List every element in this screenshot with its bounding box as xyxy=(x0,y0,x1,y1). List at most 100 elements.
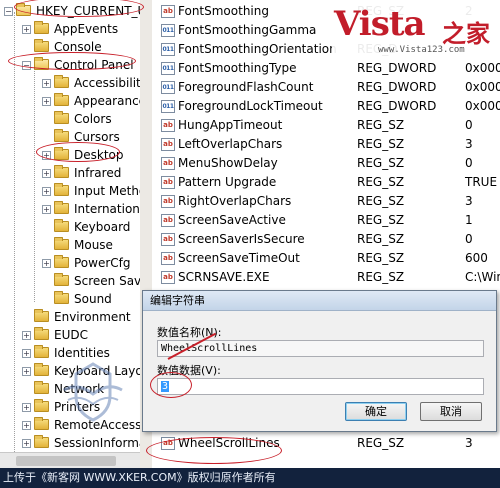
expand-icon[interactable]: + xyxy=(22,421,31,430)
value-data-input[interactable]: 3 xyxy=(157,378,484,395)
value-type: REG_SZ xyxy=(357,270,405,284)
tree-item-label: Accessibility xyxy=(74,76,141,90)
tree-item-control-panel[interactable]: − Control Panel xyxy=(22,56,134,74)
expand-icon[interactable]: + xyxy=(22,367,31,376)
tree-item-sessioninformat[interactable]: + SessionInformat xyxy=(22,434,140,452)
expand-icon[interactable]: + xyxy=(22,403,31,412)
value-name: RightOverlapChars xyxy=(178,194,292,208)
string-value-icon: ab xyxy=(161,119,175,132)
expand-icon[interactable]: + xyxy=(42,151,51,160)
tree-item-infrared[interactable]: + Infrared xyxy=(42,164,121,182)
tree-item-label: Input Metho xyxy=(74,184,141,198)
value-type: REG_SZ xyxy=(357,137,405,151)
value-row[interactable]: ab RightOverlapChars REG_SZ 3 xyxy=(152,192,500,211)
value-row[interactable]: ab Pattern Upgrade REG_SZ TRUE xyxy=(152,173,500,192)
folder-icon xyxy=(54,237,69,250)
value-name: WheelScrollLines xyxy=(178,436,280,450)
tree-item-label: PowerCfg xyxy=(74,256,131,270)
value-row[interactable]: 011ForegroundLockTimeout REG_DWORD 0x0003 xyxy=(152,97,500,116)
expand-icon[interactable]: + xyxy=(42,79,51,88)
expand-icon[interactable]: + xyxy=(22,25,31,34)
tree-item-label: Cursors xyxy=(74,130,120,144)
expand-icon[interactable]: + xyxy=(42,187,51,196)
value-name: ScreenSaveTimeOut xyxy=(178,251,300,265)
site-logo: Vista 之家 www.Vista123.com xyxy=(332,4,500,62)
tree-item-label: Desktop xyxy=(74,148,124,162)
tree-item-label: Colors xyxy=(74,112,112,126)
expand-icon[interactable]: + xyxy=(42,97,51,106)
collapse-icon[interactable]: − xyxy=(22,61,31,70)
collapse-icon[interactable]: − xyxy=(4,7,13,16)
value-type: REG_SZ xyxy=(357,213,405,227)
value-row[interactable]: ab ScreenSaveTimeOut REG_SZ 600 xyxy=(152,249,500,268)
value-row[interactable]: ab MenuShowDelay REG_SZ 0 xyxy=(152,154,500,173)
tree-item-input-metho[interactable]: + Input Metho xyxy=(42,182,141,200)
tree-item-accessibility[interactable]: + Accessibility xyxy=(42,74,141,92)
folder-icon xyxy=(34,417,49,430)
tree-item-mouse[interactable]: Mouse xyxy=(54,236,113,254)
folder-icon xyxy=(54,255,69,268)
logo-text: Vista xyxy=(334,4,426,44)
expand-icon[interactable]: + xyxy=(42,259,51,268)
value-data: 0 xyxy=(465,156,473,170)
expand-icon[interactable]: + xyxy=(22,349,31,358)
value-row-wheelscrolllines[interactable]: ab WheelScrollLines REG_SZ 3 xyxy=(152,434,500,453)
tree-item-appearance[interactable]: + Appearance xyxy=(42,92,140,110)
string-value-icon: ab xyxy=(161,176,175,189)
string-value-icon: ab xyxy=(161,214,175,227)
folder-icon xyxy=(54,273,69,286)
value-row[interactable]: 011ForegroundFlashCount REG_DWORD 0x0000 xyxy=(152,78,500,97)
tree-item-colors[interactable]: Colors xyxy=(54,110,112,128)
tree-item-hkey-current-us[interactable]: − HKEY_CURRENT_US xyxy=(4,2,140,20)
tree-item-environment[interactable]: Environment xyxy=(34,308,131,326)
tree-item-screen-saver[interactable]: Screen Saver xyxy=(54,272,140,290)
tree-item-eudc[interactable]: + EUDC xyxy=(22,326,88,344)
expand-icon[interactable]: + xyxy=(22,439,31,448)
expand-icon[interactable]: + xyxy=(42,205,51,214)
binary-value-icon: 011 xyxy=(161,81,175,94)
credit-bar: 上传于《新客网 WWW.XKER.COM》版权归原作者所有 xyxy=(0,468,500,488)
scrollbar-thumb[interactable] xyxy=(16,456,116,466)
expand-icon[interactable]: + xyxy=(42,169,51,178)
tree-item-powercfg[interactable]: + PowerCfg xyxy=(42,254,131,272)
tree-item-label: Console xyxy=(54,40,102,54)
value-row[interactable]: abSCRNSAVE.EXE REG_SZ C:\Win xyxy=(152,268,500,287)
tree-item-label: HKEY_CURRENT_US xyxy=(36,4,140,18)
folder-icon xyxy=(54,111,69,124)
folder-icon xyxy=(34,363,49,376)
tree-horizontal-scrollbar[interactable] xyxy=(0,452,140,469)
string-value-icon: ab xyxy=(161,233,175,246)
value-type: REG_DWORD xyxy=(357,99,437,113)
value-row[interactable]: ab ScreenSaverIsSecure REG_SZ 0 xyxy=(152,230,500,249)
tree-item-console[interactable]: Console xyxy=(34,38,102,56)
value-row[interactable]: ab ScreenSaveActive REG_SZ 1 xyxy=(152,211,500,230)
value-data-text: 3 xyxy=(161,381,170,392)
string-value-icon: ab xyxy=(161,252,175,265)
tree-item-appevents[interactable]: + AppEvents xyxy=(22,20,118,38)
folder-icon xyxy=(34,21,49,34)
folder-icon xyxy=(34,435,49,448)
value-data: TRUE xyxy=(465,175,498,189)
value-name: FontSmoothingType xyxy=(178,61,297,75)
value-type: REG_SZ xyxy=(357,194,405,208)
expand-icon[interactable]: + xyxy=(22,331,31,340)
folder-icon xyxy=(34,327,49,340)
tree-item-cursors[interactable]: Cursors xyxy=(54,128,120,146)
binary-value-icon: 011 xyxy=(161,100,175,113)
tree-item-keyboard[interactable]: Keyboard xyxy=(54,218,130,236)
ok-button[interactable]: 确定 xyxy=(345,402,407,421)
tree-item-sound[interactable]: Sound xyxy=(54,290,112,308)
string-value-icon: ab xyxy=(161,271,175,284)
logo-url: www.Vista123.com xyxy=(378,45,465,55)
binary-value-icon: 011 xyxy=(161,62,175,75)
tree-item-desktop[interactable]: + Desktop xyxy=(42,146,124,164)
value-name: FontSmoothing xyxy=(178,4,269,18)
value-type: REG_SZ xyxy=(357,118,405,132)
folder-icon xyxy=(16,3,31,16)
value-name-field: WheelScrollLines xyxy=(157,340,484,357)
value-row[interactable]: ab LeftOverlapChars REG_SZ 3 xyxy=(152,135,500,154)
cancel-button[interactable]: 取消 xyxy=(420,402,482,421)
value-row[interactable]: ab HungAppTimeout REG_SZ 0 xyxy=(152,116,500,135)
tree-item-international[interactable]: + International xyxy=(42,200,140,218)
value-name: ScreenSaveActive xyxy=(178,213,286,227)
